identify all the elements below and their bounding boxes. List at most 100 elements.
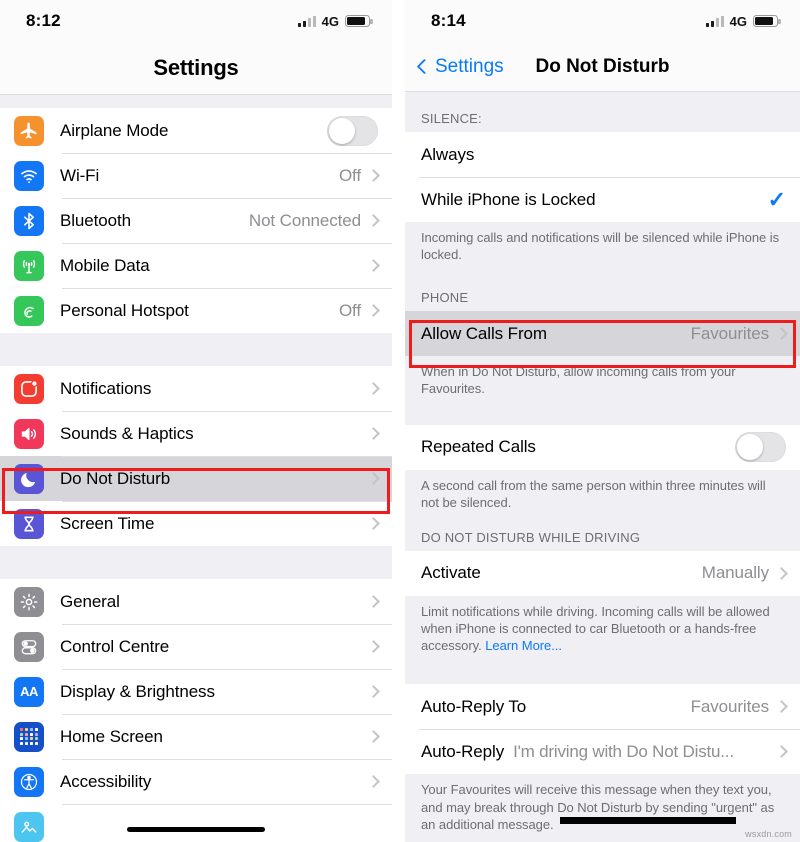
airplane-mode-toggle[interactable] — [327, 115, 378, 146]
row-label: Display & Brightness — [60, 681, 215, 701]
left-phone-settings-screen: 8:12 4G Settings Airplane Mode Wi-Fi Off… — [0, 0, 392, 842]
row-value: Favourites — [690, 696, 769, 716]
row-value: Favourites — [690, 323, 769, 343]
row-activate[interactable]: Activate Manually — [405, 550, 800, 596]
sidebar-item-notifications[interactable]: Notifications — [0, 366, 392, 411]
option-while-iphone-locked[interactable]: While iPhone is Locked ✓ — [405, 177, 800, 222]
right-phone-dnd-screen: 8:14 4G Settings Do Not Disturb SILENCE: — [405, 0, 800, 842]
chevron-right-icon — [775, 700, 788, 714]
row-label: Always — [421, 144, 475, 164]
list-top-gap — [0, 95, 392, 108]
settings-list-left[interactable]: Airplane Mode Wi-Fi Off Bluetooth Not Co… — [0, 95, 392, 842]
chevron-right-icon — [367, 472, 380, 485]
redaction-bar — [560, 817, 736, 824]
section-auto-reply: Auto-Reply To Favourites Auto-Reply I'm … — [405, 684, 800, 775]
footnote-text: Limit notifications while driving. Incom… — [421, 603, 770, 654]
settings-group-system: General Control Centre AA Display & Brig… — [0, 579, 392, 842]
sidebar-item-home-screen[interactable]: Home Screen — [0, 714, 392, 759]
sidebar-item-control-centre[interactable]: Control Centre — [0, 624, 392, 669]
network-type-label: 4G — [321, 13, 339, 29]
sidebar-item-wallpaper-partial[interactable] — [0, 804, 392, 842]
option-always[interactable]: Always — [405, 132, 800, 177]
row-label: Do Not Disturb — [60, 468, 171, 488]
row-label: Home Screen — [60, 726, 163, 746]
hotspot-icon — [14, 295, 44, 326]
status-bar-right: 8:14 4G — [405, 0, 800, 42]
sidebar-item-personal-hotspot[interactable]: Personal Hotspot Off — [0, 288, 392, 333]
chevron-right-icon — [367, 214, 380, 227]
chevron-right-icon — [367, 259, 380, 272]
airplane-icon — [14, 115, 44, 146]
dnd-settings-list[interactable]: SILENCE: Always While iPhone is Locked ✓… — [405, 92, 800, 842]
accessibility-icon — [14, 766, 44, 797]
signal-bars-icon — [705, 15, 724, 27]
sidebar-item-do-not-disturb[interactable]: Do Not Disturb — [0, 456, 392, 501]
bluetooth-icon — [14, 205, 44, 236]
row-label: Activate — [421, 563, 481, 583]
signal-bars-icon — [297, 15, 316, 27]
row-auto-reply-to[interactable]: Auto-Reply To Favourites — [405, 684, 800, 730]
sidebar-item-bluetooth[interactable]: Bluetooth Not Connected — [0, 198, 392, 243]
nav-bar-right: Settings Do Not Disturb — [405, 42, 800, 92]
footnote-auto-reply: Your Favourites will receive this messag… — [405, 774, 800, 842]
row-allow-calls-from[interactable]: Allow Calls From Favourites — [405, 311, 800, 357]
row-label: General — [60, 591, 120, 611]
network-type-label: 4G — [729, 13, 747, 29]
chevron-right-icon — [367, 517, 380, 530]
chevron-right-icon — [775, 327, 788, 341]
row-value: Off — [338, 165, 361, 185]
row-value: Not Connected — [248, 210, 361, 230]
chevron-right-icon — [367, 685, 380, 698]
wallpaper-icon — [14, 811, 44, 842]
gear-icon — [14, 586, 44, 617]
group-separator — [0, 546, 392, 579]
section-header-phone: PHONE — [405, 277, 800, 312]
settings-group-notifications: Notifications Sounds & Haptics Do Not Di… — [0, 366, 392, 546]
section-repeated-calls: Repeated Calls — [405, 424, 800, 470]
sidebar-item-sounds-haptics[interactable]: Sounds & Haptics — [0, 411, 392, 456]
sidebar-item-screen-time[interactable]: Screen Time — [0, 501, 392, 546]
section-header-silence: SILENCE: — [405, 92, 800, 132]
chevron-right-icon — [367, 730, 380, 743]
footnote-repeated-calls: A second call from the same person withi… — [405, 469, 800, 525]
sounds-icon — [14, 418, 44, 449]
row-label: Auto-Reply — [421, 741, 505, 761]
battery-icon — [753, 15, 781, 27]
chevron-right-icon — [367, 382, 380, 395]
home-indicator — [127, 827, 265, 832]
chevron-right-icon — [367, 304, 380, 317]
repeated-calls-toggle[interactable] — [735, 432, 786, 463]
battery-icon — [345, 15, 373, 27]
learn-more-link[interactable]: Learn More... — [485, 638, 562, 653]
row-label: Screen Time — [60, 513, 155, 533]
row-value: I'm driving with Do Not Distu... — [513, 741, 734, 761]
row-label: Allow Calls From — [421, 323, 547, 343]
watermark: wsxdn.com — [745, 829, 792, 839]
sidebar-item-mobile-data[interactable]: Mobile Data — [0, 243, 392, 288]
sidebar-item-wifi[interactable]: Wi-Fi Off — [0, 153, 392, 198]
sidebar-item-display-brightness[interactable]: AA Display & Brightness — [0, 669, 392, 714]
row-value: Manually — [701, 563, 769, 583]
status-indicators: 4G — [705, 13, 781, 29]
sidebar-item-general[interactable]: General — [0, 579, 392, 624]
chevron-right-icon — [367, 595, 380, 608]
row-label: While iPhone is Locked — [421, 189, 596, 209]
status-bar-left: 8:12 4G — [0, 0, 392, 42]
home-screen-icon — [14, 721, 44, 752]
row-auto-reply[interactable]: Auto-Reply I'm driving with Do Not Distu… — [405, 729, 800, 775]
back-button[interactable]: Settings — [405, 56, 504, 78]
row-label: Airplane Mode — [60, 120, 169, 140]
checkmark-icon: ✓ — [767, 186, 786, 212]
row-label: Bluetooth — [60, 210, 131, 230]
status-time: 8:12 — [26, 11, 61, 30]
status-indicators: 4G — [297, 13, 373, 29]
row-repeated-calls[interactable]: Repeated Calls — [405, 424, 800, 470]
notifications-icon — [14, 373, 44, 404]
sidebar-item-airplane-mode[interactable]: Airplane Mode — [0, 108, 392, 153]
sidebar-item-accessibility[interactable]: Accessibility — [0, 759, 392, 804]
section-phone: Allow Calls From Favourites — [405, 311, 800, 357]
moon-icon — [14, 463, 44, 494]
chevron-right-icon — [775, 745, 788, 759]
row-label: Control Centre — [60, 636, 170, 656]
row-label: Wi-Fi — [60, 165, 100, 185]
